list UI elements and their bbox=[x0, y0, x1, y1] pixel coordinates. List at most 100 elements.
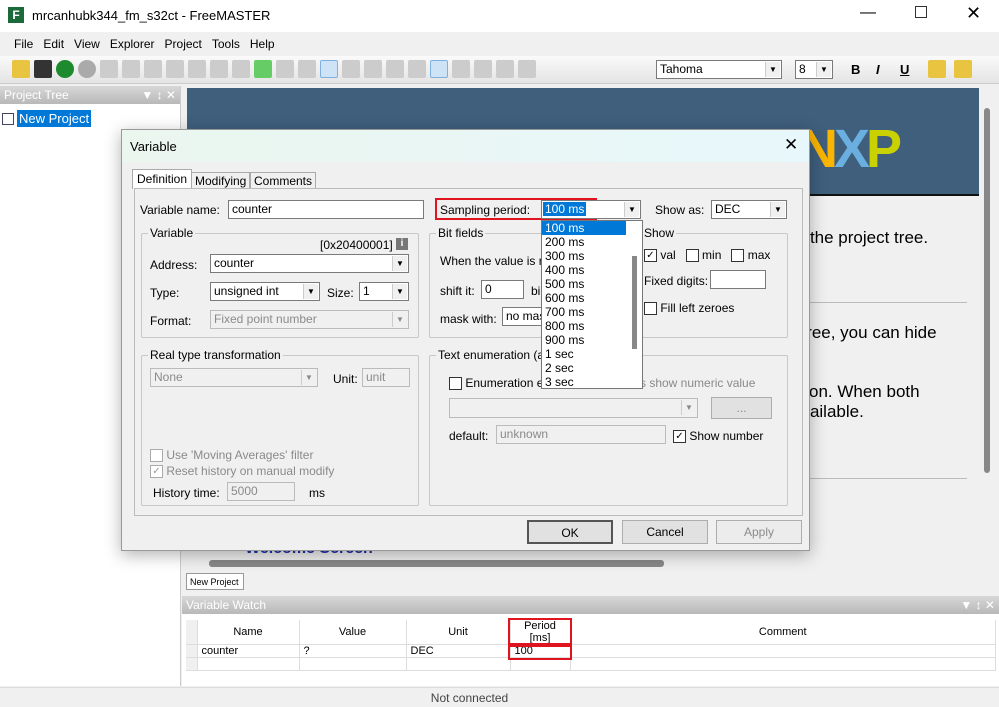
panel-controls-icon[interactable]: ▼ ↕ ✕ bbox=[960, 598, 995, 612]
bold-button[interactable]: B bbox=[851, 62, 860, 77]
browse-button[interactable]: ... bbox=[711, 397, 772, 419]
osc-icon[interactable] bbox=[298, 60, 316, 78]
save-icon[interactable] bbox=[34, 60, 52, 78]
dropdown-option[interactable]: 900 ms bbox=[542, 333, 642, 347]
forward-icon[interactable] bbox=[232, 60, 250, 78]
table-row[interactable] bbox=[186, 657, 996, 671]
moving-avg-checkbox[interactable] bbox=[150, 449, 163, 463]
show-as-select[interactable]: DEC ▼ bbox=[711, 200, 787, 219]
address-select[interactable]: counter ▼ bbox=[210, 254, 409, 273]
dropdown-scroll-thumb[interactable] bbox=[632, 256, 637, 349]
menu-file[interactable]: File bbox=[14, 37, 33, 51]
grid-icon[interactable] bbox=[430, 60, 448, 78]
open-icon[interactable] bbox=[12, 60, 30, 78]
copy-icon[interactable] bbox=[144, 60, 162, 78]
table-row[interactable]: counter? DEC 100 bbox=[186, 642, 996, 660]
panel-controls-icon[interactable]: ▼ ↕ ✕ bbox=[141, 88, 176, 102]
shift-spinner[interactable]: 0 bbox=[481, 280, 524, 299]
export-icon[interactable] bbox=[408, 60, 426, 78]
max-checkbox[interactable] bbox=[731, 249, 745, 263]
print-icon[interactable] bbox=[188, 60, 206, 78]
bug-icon[interactable] bbox=[342, 60, 360, 78]
dropdown-option[interactable]: 400 ms bbox=[542, 263, 642, 277]
history-spinner[interactable]: 5000 bbox=[227, 482, 295, 501]
window-icon[interactable] bbox=[122, 60, 140, 78]
dropdown-option[interactable]: 200 ms bbox=[542, 235, 642, 249]
maximize-button[interactable] bbox=[915, 6, 927, 18]
explorer-icon[interactable] bbox=[320, 60, 338, 78]
scroll-thumb[interactable] bbox=[984, 108, 990, 473]
show-number-checkbox[interactable]: ✓ bbox=[673, 430, 686, 444]
column-unit[interactable]: Unit bbox=[406, 620, 511, 645]
menu-project[interactable]: Project bbox=[165, 37, 202, 51]
dropdown-option[interactable]: 100 ms bbox=[542, 221, 626, 235]
go-icon[interactable] bbox=[56, 60, 74, 78]
column-comment[interactable]: Comment bbox=[570, 620, 996, 645]
close-button[interactable]: ✕ bbox=[966, 3, 981, 24]
column-name[interactable]: Name bbox=[197, 620, 300, 645]
tab-comments[interactable]: Comments bbox=[250, 172, 317, 189]
vertical-scrollbar[interactable] bbox=[979, 88, 997, 555]
dialog-close-button[interactable]: ✕ bbox=[784, 135, 798, 155]
dropdown-option[interactable]: 3 sec bbox=[542, 375, 642, 388]
help-icon[interactable] bbox=[518, 60, 536, 78]
minimize-button[interactable]: — bbox=[860, 4, 876, 22]
size-select[interactable]: 1 ▼ bbox=[359, 282, 409, 301]
tab-new-project[interactable]: New Project bbox=[186, 573, 244, 590]
enum-select[interactable]: ▼ bbox=[449, 398, 698, 418]
enum-checkbox[interactable] bbox=[449, 377, 462, 391]
sampling-period-dropdown[interactable]: 100 ms 200 ms 300 ms 400 ms 500 ms 600 m… bbox=[541, 220, 643, 389]
sampling-period-select[interactable]: 100 ms ▼ bbox=[541, 200, 641, 219]
val-checkbox[interactable]: ✓ bbox=[644, 249, 657, 263]
refresh-icon[interactable] bbox=[254, 60, 272, 78]
info-icon[interactable]: i bbox=[396, 238, 408, 250]
scope-icon[interactable] bbox=[364, 60, 382, 78]
recorder-icon[interactable] bbox=[386, 60, 404, 78]
variable-icon[interactable] bbox=[276, 60, 294, 78]
dropdown-option[interactable]: 1 sec bbox=[542, 347, 642, 361]
dropdown-option[interactable]: 500 ms bbox=[542, 277, 642, 291]
reset-history-checkbox[interactable]: ✓ bbox=[150, 465, 163, 479]
fixed-digits-spinner[interactable] bbox=[710, 270, 766, 289]
dropdown-option[interactable]: 600 ms bbox=[542, 291, 642, 305]
fill-zeroes-checkbox[interactable] bbox=[644, 302, 657, 316]
menu-explorer[interactable]: Explorer bbox=[110, 37, 155, 51]
up-icon[interactable] bbox=[452, 60, 470, 78]
horizontal-scrollbar[interactable] bbox=[187, 555, 979, 570]
font-select[interactable]: Tahoma ▼ bbox=[656, 60, 782, 79]
paste-icon[interactable] bbox=[166, 60, 184, 78]
unit-input[interactable]: unit bbox=[362, 368, 410, 387]
tab-modifying[interactable]: Modifying bbox=[191, 172, 251, 189]
apply-button[interactable]: Apply bbox=[716, 520, 802, 544]
column-period[interactable]: Period [ms] bbox=[508, 618, 572, 647]
real-type-select[interactable]: None ▼ bbox=[150, 368, 318, 387]
menu-view[interactable]: View bbox=[74, 37, 100, 51]
key-icon[interactable] bbox=[100, 60, 118, 78]
menu-edit[interactable]: Edit bbox=[43, 37, 64, 51]
back-icon[interactable] bbox=[210, 60, 228, 78]
scroll-thumb[interactable] bbox=[209, 560, 664, 567]
type-select[interactable]: unsigned int ▼ bbox=[210, 282, 320, 301]
cancel-button[interactable]: Cancel bbox=[622, 520, 708, 544]
ok-button[interactable]: OK bbox=[527, 520, 613, 544]
tab-definition[interactable]: Definition bbox=[132, 169, 193, 189]
min-checkbox[interactable] bbox=[685, 249, 699, 263]
font-size-select[interactable]: 8 ▼ bbox=[795, 60, 833, 79]
dropdown-option[interactable]: 800 ms bbox=[542, 319, 642, 333]
zoom-out-icon[interactable] bbox=[954, 60, 972, 78]
dropdown-option[interactable]: 300 ms bbox=[542, 249, 642, 263]
zoom-in-icon[interactable] bbox=[928, 60, 946, 78]
variable-name-input[interactable]: counter bbox=[228, 200, 424, 219]
format-select[interactable]: Fixed point number ▼ bbox=[210, 310, 409, 329]
menu-tools[interactable]: Tools bbox=[212, 37, 240, 51]
properties-icon[interactable] bbox=[496, 60, 514, 78]
menu-help[interactable]: Help bbox=[250, 37, 275, 51]
stop-icon[interactable] bbox=[78, 60, 96, 78]
italic-button[interactable]: I bbox=[876, 62, 880, 77]
down-icon[interactable] bbox=[474, 60, 492, 78]
dropdown-option[interactable]: 700 ms bbox=[542, 305, 642, 319]
default-input[interactable]: unknown bbox=[496, 425, 666, 444]
dropdown-option[interactable]: 2 sec bbox=[542, 361, 642, 375]
underline-button[interactable]: U bbox=[900, 62, 909, 77]
column-value[interactable]: Value bbox=[299, 620, 407, 645]
